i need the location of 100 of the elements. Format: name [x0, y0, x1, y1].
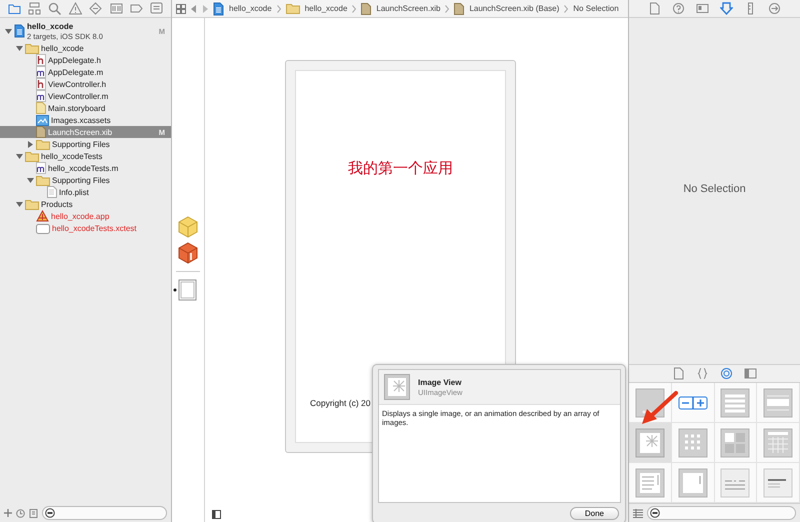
add-icon[interactable] [4, 509, 12, 517]
file-row[interactable]: Main.storyboard [0, 102, 171, 114]
test-bundle-icon [36, 222, 50, 234]
folder-icon [36, 174, 50, 186]
message-icon[interactable] [150, 2, 164, 15]
header-file-icon [36, 78, 46, 90]
help-icon[interactable] [672, 2, 685, 15]
folder-icon[interactable] [8, 2, 21, 15]
annotation-arrow [640, 390, 680, 426]
table-cell-icon[interactable] [763, 388, 794, 418]
filter-icon[interactable] [650, 508, 660, 518]
file-row[interactable]: hello_xcodeTests.xctest [0, 222, 171, 234]
file-row[interactable]: hello_xcodeTests [0, 150, 171, 162]
folder-icon [25, 198, 39, 210]
file-name: Products [41, 198, 74, 210]
folder-icon [25, 42, 39, 54]
interface-file-icon [36, 126, 46, 138]
implementation-file-icon [36, 66, 46, 78]
file-row[interactable]: hello_xcode [0, 42, 171, 54]
file-row[interactable]: ViewController.h [0, 78, 171, 90]
project-icon [14, 24, 25, 38]
file-name: AppDelegate.m [48, 66, 104, 78]
file-name: hello_xcode.app [51, 210, 110, 222]
document-icon[interactable] [648, 2, 661, 15]
hierarchy-icon[interactable] [28, 2, 42, 15]
filter-icon[interactable] [45, 508, 55, 518]
done-button[interactable]: Done [570, 506, 619, 520]
breadcrumb[interactable]: LaunchScreen.xib [376, 4, 440, 13]
date-picker-icon[interactable] [720, 468, 750, 498]
media-icon[interactable] [744, 367, 757, 380]
file-name: ViewController.h [48, 78, 108, 90]
view-icon[interactable] [173, 279, 197, 301]
disclosure-triangle[interactable] [15, 200, 23, 208]
file-name: hello_xcode [41, 42, 85, 54]
disclosure-triangle[interactable] [15, 152, 23, 160]
filter-field[interactable] [42, 506, 167, 520]
file-row[interactable]: Info.plist [0, 186, 171, 198]
file-name: Supporting Files [52, 174, 111, 186]
file-row[interactable]: ViewController.m [0, 90, 171, 102]
braces-icon[interactable] [696, 367, 709, 380]
file-row[interactable]: AppDelegate.m [0, 66, 171, 78]
image-view-icon [384, 374, 410, 400]
scroll-view-icon[interactable] [678, 468, 708, 498]
file-row[interactable]: Supporting Files [0, 174, 171, 186]
clock-icon[interactable] [16, 508, 25, 518]
file-name: LaunchScreen.xib [48, 126, 114, 138]
app-icon [36, 210, 49, 222]
document-icon[interactable] [672, 367, 685, 380]
grid-icon[interactable] [176, 4, 186, 14]
diamond-icon[interactable] [89, 2, 102, 15]
attributes-icon[interactable] [720, 2, 733, 15]
disclosure-triangle[interactable] [15, 44, 23, 52]
file-row[interactable]: AppDelegate.h [0, 54, 171, 66]
forward-icon[interactable] [202, 4, 208, 12]
chevron-icon [564, 4, 568, 12]
cube-icon[interactable] [177, 216, 199, 238]
interface-file-icon [454, 2, 464, 14]
file-name: Info.plist [59, 186, 90, 198]
file-row[interactable]: hello_xcode.app [0, 210, 171, 222]
search-icon[interactable] [48, 2, 62, 15]
disclosure-triangle[interactable] [26, 176, 34, 184]
arrow-circle-icon[interactable] [768, 2, 781, 15]
file-row[interactable]: Products [0, 198, 171, 210]
folder-icon [25, 150, 39, 162]
disclosure-triangle[interactable] [26, 140, 34, 148]
warning-icon[interactable] [68, 2, 82, 15]
back-icon[interactable] [191, 4, 197, 12]
interface-file-icon [361, 2, 372, 14]
text-field-icon[interactable] [763, 468, 794, 498]
outline-toggle-icon[interactable] [212, 510, 221, 519]
breadcrumb[interactable]: hello_xcode [229, 4, 272, 13]
folder-icon [286, 3, 300, 14]
file-name: Main.storyboard [48, 102, 106, 114]
file-name: AppDelegate.h [48, 54, 102, 66]
id-card-icon[interactable] [696, 2, 709, 15]
collection-cell-icon[interactable] [720, 428, 750, 458]
breadcrumb[interactable]: No Selection [573, 4, 619, 13]
copyright-label: Copyright (c) 20 [310, 398, 370, 408]
tag-icon[interactable] [130, 2, 143, 15]
file-name: hello_xcodeTests.m [48, 162, 120, 174]
breadcrumb[interactable]: hello_xcode [304, 4, 348, 13]
chevron-icon [276, 4, 281, 12]
text-view-icon[interactable] [634, 468, 665, 498]
file-row[interactable]: Images.xcassets [0, 114, 171, 126]
breadcrumb[interactable]: LaunchScreen.xib (Base) [469, 4, 560, 13]
disclosure-triangle[interactable] [4, 28, 12, 34]
collection-view-icon[interactable] [678, 428, 708, 458]
file-name: Images.xcassets [51, 114, 112, 126]
file-row[interactable]: hello_xcodeTests.m [0, 162, 171, 174]
object-icon[interactable] [720, 367, 733, 380]
cube-icon[interactable] [177, 242, 199, 264]
implementation-file-icon [36, 162, 46, 174]
image-view-icon[interactable] [634, 428, 665, 458]
file-row[interactable]: Supporting Files [0, 138, 171, 150]
file-name: ViewController.m [48, 90, 110, 102]
header-file-icon [36, 54, 46, 66]
filter-field[interactable] [647, 506, 796, 520]
document-icon[interactable] [29, 508, 38, 518]
table-view-icon[interactable] [720, 388, 750, 418]
collection-controller-icon[interactable] [763, 428, 794, 458]
